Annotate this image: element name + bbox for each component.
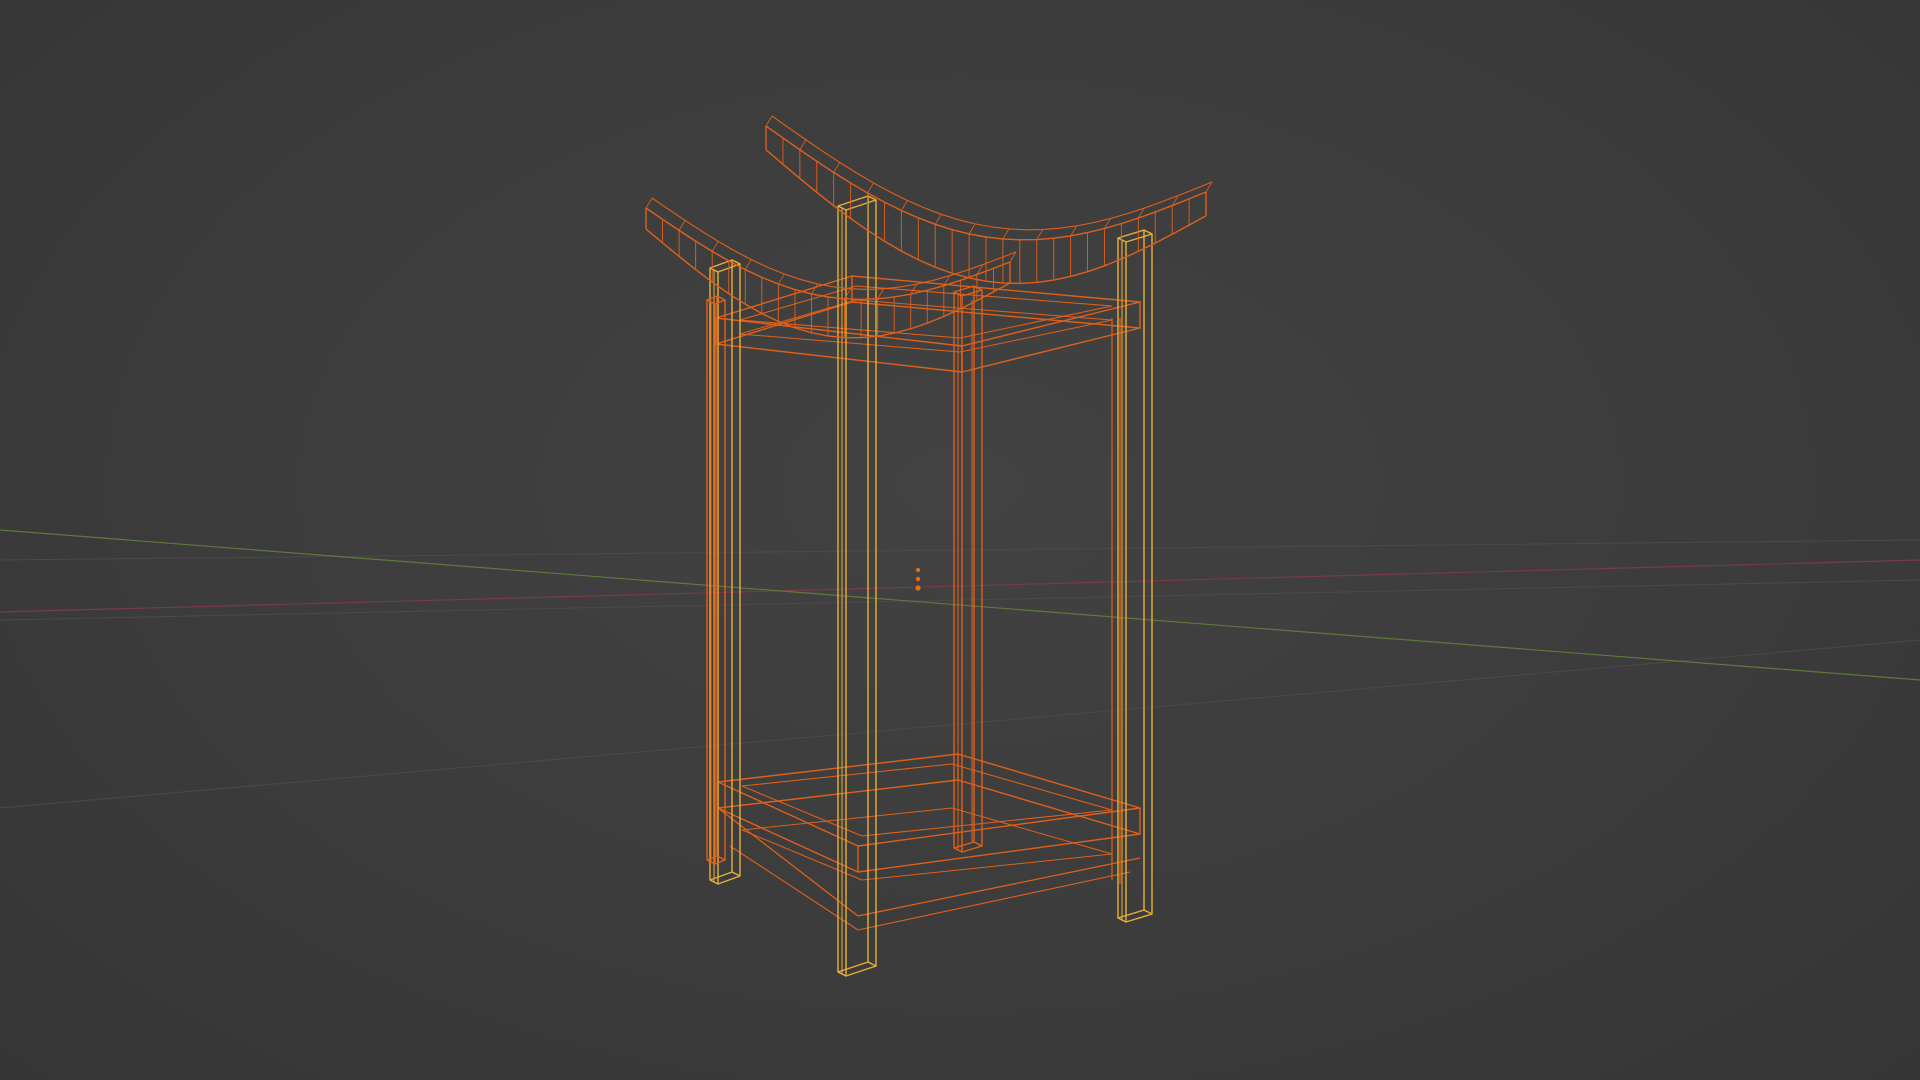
3d-viewport[interactable] — [0, 0, 1920, 1080]
post-front-center-bottom — [837, 961, 877, 977]
roof-beam-front-depth — [877, 288, 884, 299]
roof-beam-front-depth — [744, 259, 752, 270]
floor-grid — [0, 539, 1920, 809]
roof-beam-back-depth — [833, 162, 841, 173]
lantern-frame-object[interactable] — [645, 115, 1213, 977]
y-axis-line — [0, 529, 1920, 681]
top-frame-inner-low — [739, 299, 1113, 353]
bottom-diag-right-2 — [857, 871, 1131, 931]
roof-beam-back-upper — [765, 125, 1207, 241]
bottom-frame-inner — [741, 763, 1113, 837]
post-front-right-bottom — [1117, 909, 1153, 923]
roof-beam-back-depth — [968, 223, 976, 235]
object-origin-icon — [915, 567, 921, 591]
wireframe-scene[interactable] — [0, 0, 1920, 1080]
bottom-diag-left-2 — [729, 845, 859, 931]
roof-beam-back-depth — [765, 115, 773, 127]
post-front-center-top — [837, 195, 877, 211]
roof-beam-front-depth — [645, 197, 653, 209]
roof-beam-back-depth — [934, 214, 942, 225]
roof-beam-back-depth — [1036, 229, 1044, 240]
roof-beam-front-depth — [678, 220, 686, 231]
post-front-right-top — [1117, 229, 1153, 243]
roof-beam-front-depth — [711, 241, 719, 252]
roof-beam-front-depth — [778, 273, 785, 285]
roof-beam-back-depth — [867, 182, 874, 194]
roof-beam-back-depth — [799, 139, 807, 150]
roof-beam-back-depth — [1002, 228, 1010, 240]
roof-beam-back-depth — [901, 200, 908, 211]
